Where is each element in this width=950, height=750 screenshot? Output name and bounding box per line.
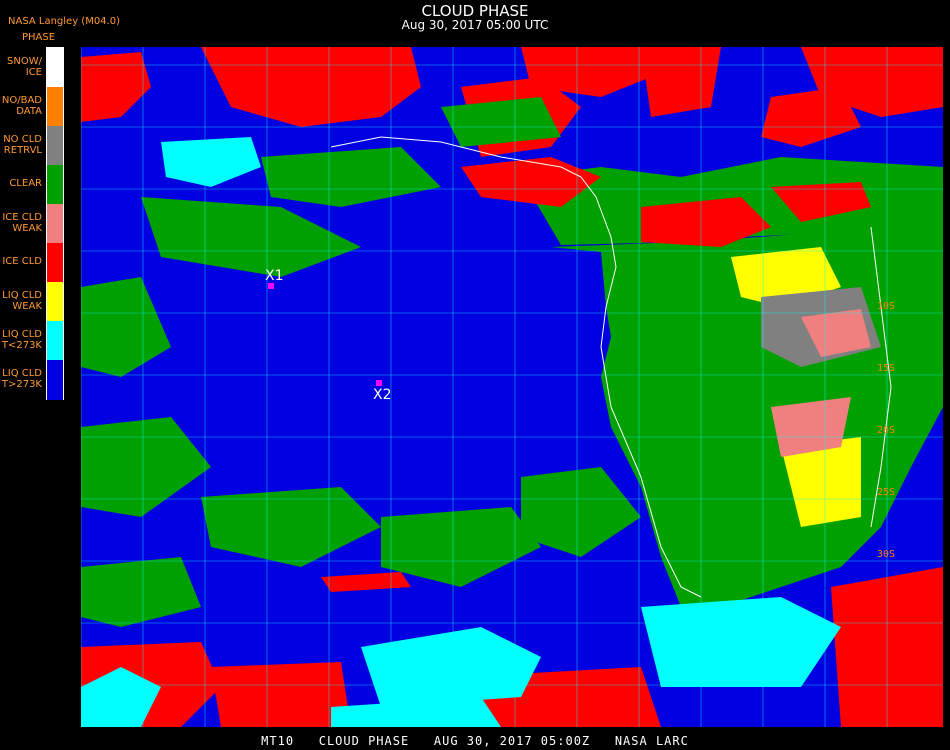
legend-swatch [47, 165, 63, 205]
ice-cloud-area [641, 47, 721, 117]
legend-item-label: ICE CLD [2, 256, 42, 267]
legend-item-label: SNOW/ ICE [7, 55, 42, 78]
legend-swatch [47, 204, 63, 244]
latitude-label: 25S [877, 487, 895, 498]
latitude-label: 20S [877, 425, 895, 436]
legend-swatch [47, 243, 63, 283]
legend-item-label: ICE CLD WEAK [2, 211, 42, 234]
ice-cloud-area [211, 662, 351, 727]
legend-item-label: CLEAR [9, 178, 42, 189]
marker-point [376, 380, 382, 386]
legend-swatch [47, 126, 63, 166]
legend-item-label: NO CLD RETRVL [3, 133, 42, 156]
marker-label: X2 [373, 387, 392, 403]
legend-swatch [47, 48, 63, 88]
legend-item-label: NO/BAD DATA [1, 94, 42, 117]
marker-label: X1 [265, 268, 284, 284]
legend-color-bar [46, 47, 64, 400]
map-timestamp: Aug 30, 2017 05:00 UTC [401, 18, 549, 32]
legend-swatch [47, 282, 63, 322]
legend-heading: PHASE [22, 32, 56, 43]
latitude-label: 15S [877, 363, 895, 374]
footer-caption: MT10 CLOUD PHASE AUG 30, 2017 05:00Z NAS… [261, 734, 689, 748]
latitude-label: 30S [877, 549, 895, 560]
legend-swatch [47, 360, 63, 400]
latitude-label: 10S [877, 301, 895, 312]
credit-label: NASA Langley (M04.0) [8, 16, 120, 27]
cloud-phase-map[interactable]: 10S 15S 20S 25S 30S X1 X2 [81, 47, 943, 727]
legend-swatch [47, 321, 63, 361]
legend-item-label: LIQ CLD T<273K [1, 328, 42, 351]
legend-item-label: LIQ CLD WEAK [2, 289, 42, 312]
legend-item-label: LIQ CLD T>273K [1, 367, 42, 390]
legend-swatch [47, 87, 63, 127]
